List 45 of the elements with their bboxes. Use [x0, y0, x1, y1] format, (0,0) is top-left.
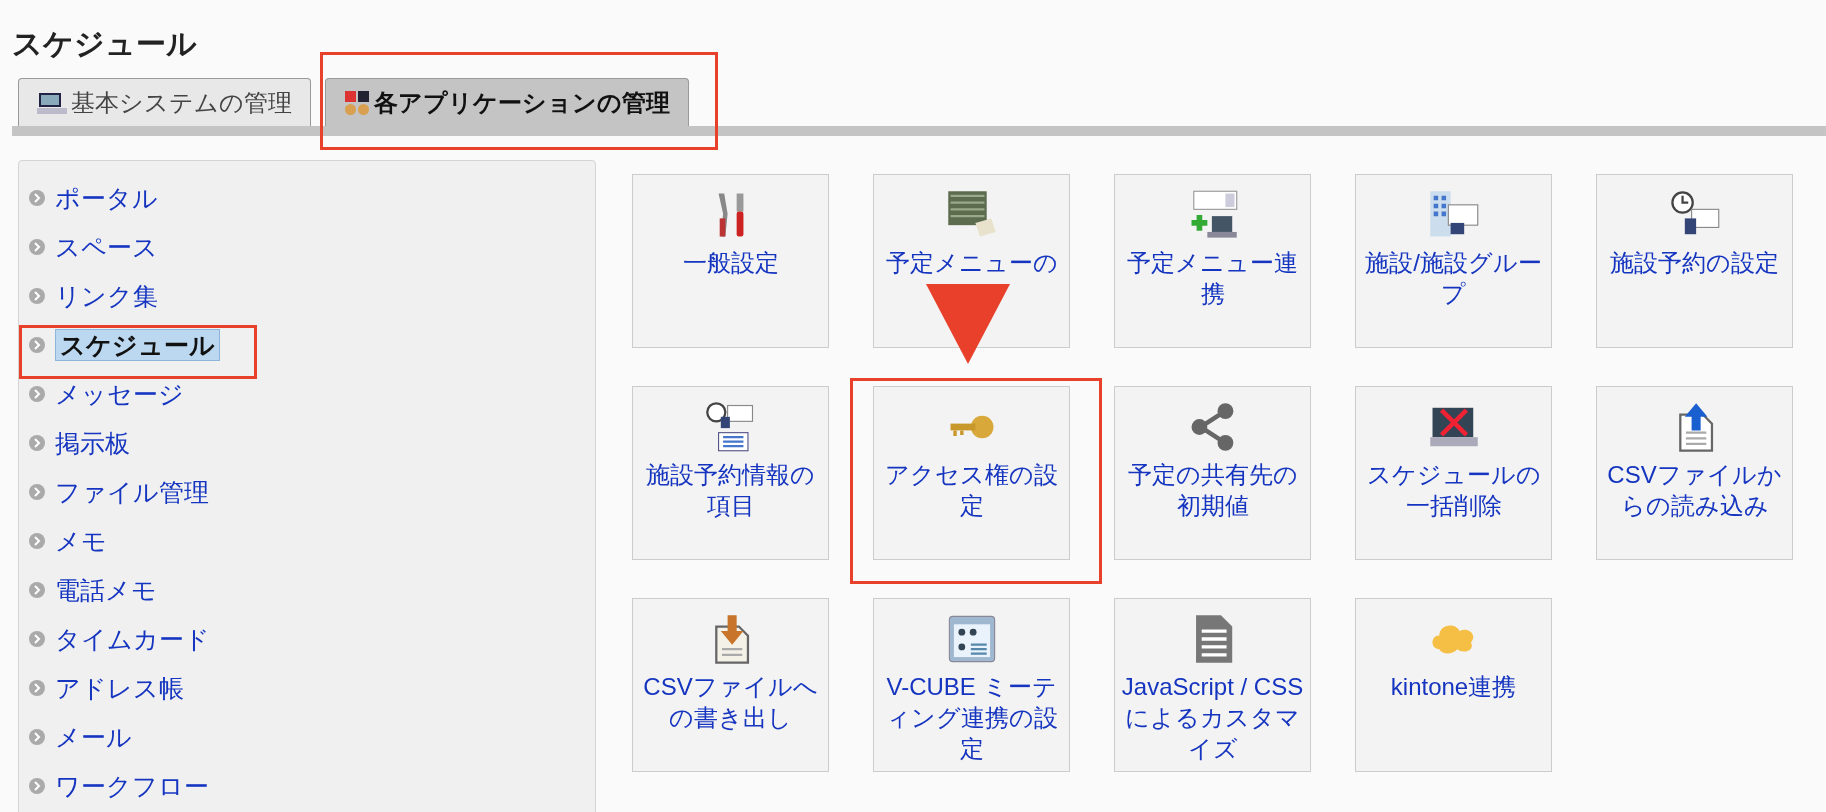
computer-icon — [37, 90, 67, 115]
app-grid-icon — [344, 89, 370, 116]
settings-tile[interactable]: 施設/施設グループ — [1355, 174, 1552, 348]
settings-tile[interactable]: CSVファイルへの書き出し — [632, 598, 829, 772]
sidebar-link[interactable]: 電話メモ — [55, 574, 157, 605]
bullet-icon — [29, 581, 45, 598]
bullet-icon — [29, 385, 45, 402]
page-title: スケジュール — [12, 26, 197, 62]
bullet-icon — [29, 679, 45, 696]
sidebar-link[interactable]: メッセージ — [55, 378, 184, 409]
sidebar-link[interactable]: 掲示板 — [55, 427, 130, 458]
bullet-icon — [29, 532, 45, 549]
tab[interactable]: 基本システムの管理 — [18, 78, 311, 126]
settings-tile[interactable]: スケジュールの一括削除 — [1355, 386, 1552, 560]
settings-tile[interactable]: 予定メニューの — [873, 174, 1070, 348]
sidebar-link[interactable]: アドレス帳 — [55, 672, 184, 703]
settings-tile[interactable]: kintone連携 — [1355, 598, 1552, 772]
sidebar-link[interactable]: タイムカード — [55, 623, 210, 654]
bullet-icon — [29, 728, 45, 745]
sidebar-link[interactable]: スケジュール — [55, 328, 220, 361]
bullet-icon — [29, 189, 45, 206]
settings-tile[interactable]: V-CUBE ミーティング連携の設定 — [873, 598, 1070, 772]
settings-tile[interactable]: 予定の共有先の初期値 — [1114, 386, 1311, 560]
sidebar-link[interactable]: メール — [55, 721, 132, 752]
settings-tile[interactable]: 予定メニュー連携 — [1114, 174, 1311, 348]
bullet-icon — [29, 287, 45, 304]
bullet-icon — [29, 777, 45, 794]
sidebar-link[interactable]: メモ — [55, 525, 107, 556]
sidebar-link[interactable]: ファイル管理 — [55, 476, 209, 507]
bullet-icon — [29, 336, 45, 353]
sidebar-link[interactable]: ワークフロー — [55, 770, 209, 801]
settings-tile[interactable]: 施設予約情報の項目 — [632, 386, 829, 560]
settings-tile[interactable]: 一般設定 — [632, 174, 829, 348]
settings-tile[interactable]: アクセス権の設定 — [873, 386, 1070, 560]
sidebar-link[interactable]: ポータル — [55, 182, 158, 213]
bullet-icon — [29, 630, 45, 647]
sidebar-link[interactable]: スペース — [55, 231, 158, 262]
sidebar-link[interactable]: リンク集 — [55, 280, 158, 311]
settings-tile[interactable]: JavaScript / CSSによるカスタマイズ — [1114, 598, 1311, 772]
settings-tile[interactable]: 施設予約の設定 — [1596, 174, 1793, 348]
bullet-icon — [29, 434, 45, 451]
tab[interactable]: 各アプリケーションの管理 — [325, 78, 689, 126]
bullet-icon — [29, 483, 45, 500]
settings-tile[interactable]: CSVファイルからの読み込み — [1596, 386, 1793, 560]
bullet-icon — [29, 238, 45, 255]
